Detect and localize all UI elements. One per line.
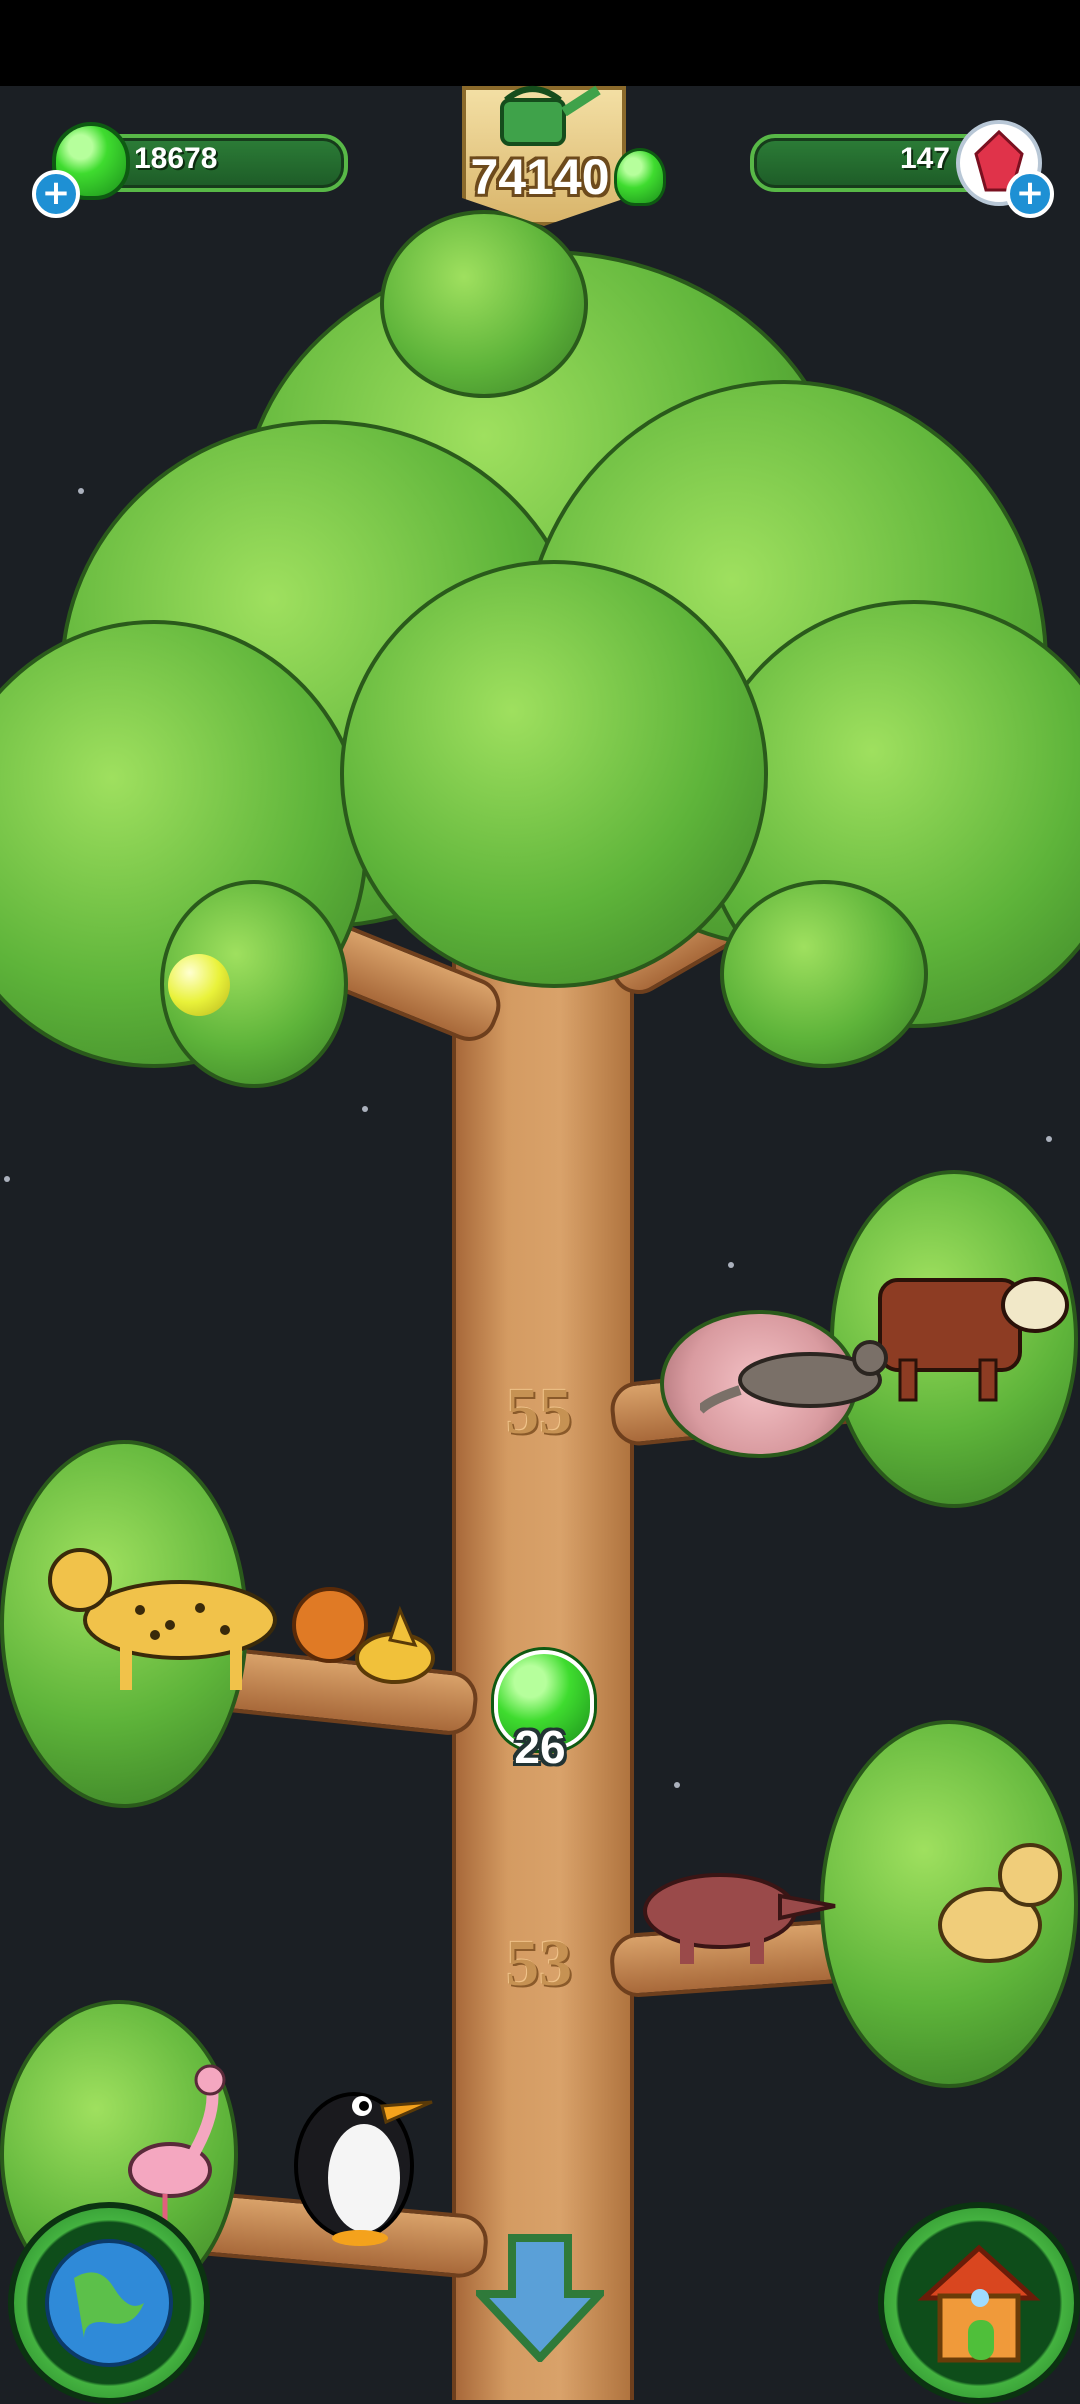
star xyxy=(1046,1136,1052,1142)
level-label: 55 xyxy=(506,1375,572,1448)
lynx[interactable] xyxy=(930,1830,1070,1980)
globe-icon xyxy=(45,2239,173,2367)
cow[interactable] xyxy=(870,1260,1070,1410)
status-bar xyxy=(0,0,1080,86)
star xyxy=(362,1106,368,1112)
fox[interactable] xyxy=(340,1600,440,1690)
otter[interactable] xyxy=(700,1320,890,1420)
current-level-value: 26 xyxy=(514,1721,566,1773)
house-icon xyxy=(917,2244,1041,2363)
add-gems-button[interactable]: + xyxy=(32,170,80,218)
golden-fruit[interactable] xyxy=(168,954,230,1016)
star xyxy=(728,1262,734,1268)
penguin[interactable] xyxy=(282,2066,442,2246)
green-gem-icon xyxy=(614,148,666,206)
crystals-value: 147 xyxy=(899,142,950,175)
watering-can-icon xyxy=(500,85,601,146)
aardvark[interactable] xyxy=(620,1836,840,1966)
down-arrow-icon xyxy=(470,2234,610,2364)
home-button[interactable] xyxy=(878,2202,1080,2404)
cheetah[interactable] xyxy=(40,1530,310,1700)
scroll-down-button[interactable] xyxy=(470,2232,610,2364)
watering-can-value: 74140 xyxy=(470,149,610,205)
star xyxy=(78,488,84,494)
current-level-marker[interactable]: 26 xyxy=(494,1650,594,1773)
add-crystals-button[interactable]: + xyxy=(1006,170,1054,218)
star xyxy=(4,1176,10,1182)
globe-button[interactable] xyxy=(8,2202,210,2404)
level-label: 53 xyxy=(506,1927,572,2000)
star xyxy=(674,1782,680,1788)
gems-value: 18678 xyxy=(134,142,218,175)
